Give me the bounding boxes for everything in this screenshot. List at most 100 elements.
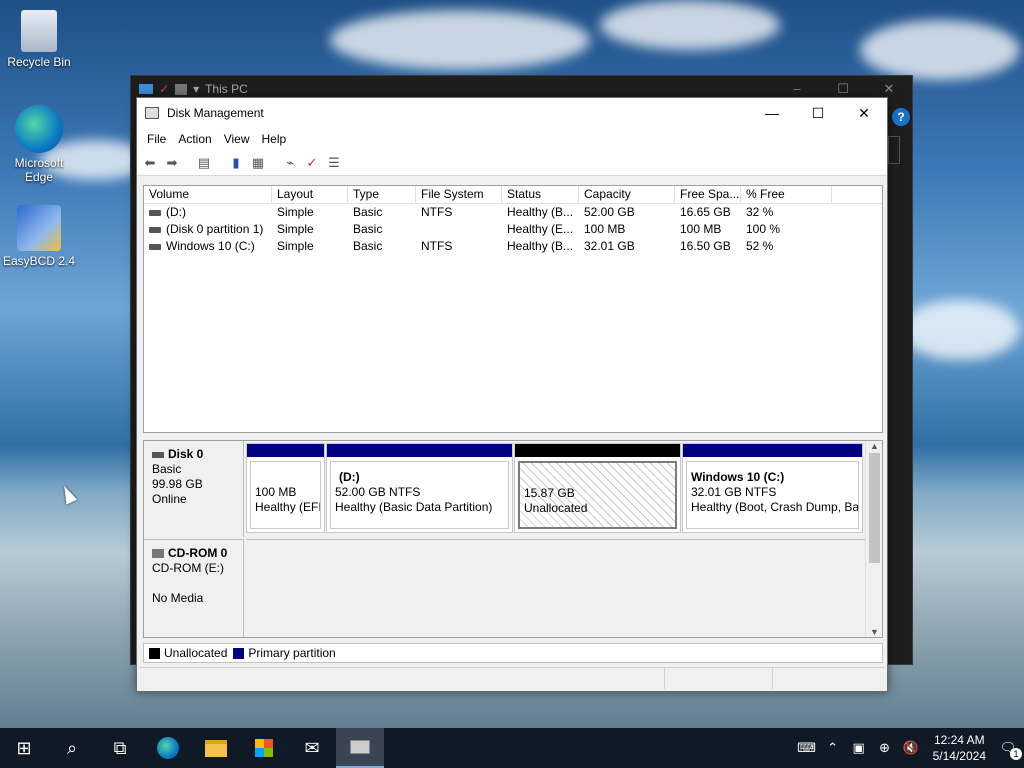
scroll-down-icon[interactable]: ▼ <box>866 627 883 637</box>
start-button[interactable]: ⊞ <box>0 728 48 768</box>
partition-c[interactable]: Windows 10 (C:) 32.01 GB NTFS Healthy (B… <box>682 443 863 533</box>
edge-taskbar-icon[interactable] <box>144 728 192 768</box>
edge-icon <box>15 105 63 153</box>
layout-cell: Simple <box>277 205 314 219</box>
scroll-thumb[interactable] <box>869 453 880 563</box>
minimize-icon[interactable]: – <box>774 81 820 97</box>
maximize-button[interactable]: ☐ <box>795 98 841 128</box>
column-header-capacity[interactable]: Capacity <box>579 186 675 203</box>
toolbar-separator <box>271 155 277 171</box>
volume-icon <box>149 226 161 233</box>
free-space-cell: 100 MB <box>680 222 722 236</box>
pane-splitter[interactable] <box>143 434 883 439</box>
ribbon-expand[interactable] <box>888 136 900 164</box>
menu-file[interactable]: File <box>141 132 172 146</box>
folder-icon <box>175 83 188 95</box>
volume-name: (D:) <box>166 205 186 219</box>
table-row[interactable]: Windows 10 (C:) Simple Basic NTFS Health… <box>144 238 882 255</box>
minimize-button[interactable]: — <box>749 98 795 128</box>
status-cell: Healthy (E... <box>507 222 574 236</box>
column-header-status[interactable]: Status <box>502 186 579 203</box>
store-icon[interactable] <box>240 728 288 768</box>
connect-icon[interactable]: ⌁ <box>281 155 299 171</box>
task-view-icon[interactable]: ⧉ <box>96 728 144 768</box>
disk-0-row: Disk 0 Basic 99.98 GB Online 100 MB Heal… <box>144 441 866 537</box>
partition-unallocated-size: 15.87 GB <box>524 486 575 500</box>
table-row[interactable]: (D:) Simple Basic NTFS Healthy (B... 52.… <box>144 204 882 221</box>
list-view-icon[interactable]: ☰ <box>325 155 343 171</box>
volume-list: Volume Layout Type File System Status Ca… <box>143 185 883 433</box>
checklist-icon[interactable]: ✓ <box>303 155 321 171</box>
percent-free-cell: 32 % <box>746 205 774 219</box>
type-cell: Basic <box>353 205 383 219</box>
scroll-up-icon[interactable]: ▲ <box>866 441 883 451</box>
forward-arrow-icon[interactable]: ➡ <box>163 155 181 171</box>
back-arrow-icon[interactable]: ⬅ <box>141 155 159 171</box>
disk-map-scrollbar[interactable]: ▲ ▼ <box>865 441 882 637</box>
chevron-up-icon[interactable]: ⌃ <box>823 740 843 756</box>
help-book-icon[interactable]: ▮ <box>227 155 245 171</box>
status-bar <box>139 667 885 689</box>
show-hide-tree-icon[interactable]: ▤ <box>195 155 213 171</box>
recycle-bin-icon <box>21 10 57 52</box>
percent-free-cell: 100 % <box>746 222 781 236</box>
column-header-type[interactable]: Type <box>348 186 416 203</box>
column-header-volume[interactable]: Volume <box>144 186 272 203</box>
close-button[interactable]: ✕ <box>841 98 887 128</box>
status-cell: Healthy (B... <box>507 205 574 219</box>
partition-d-status: Healthy (Basic Data Partition) <box>335 500 493 514</box>
menu-view[interactable]: View <box>218 132 256 146</box>
disk-management-window: Disk Management — ☐ ✕ File Action View H… <box>136 97 888 692</box>
partition-d-size: 52.00 GB NTFS <box>335 485 421 499</box>
maximize-icon[interactable]: ☐ <box>820 81 866 97</box>
cdrom-0-label[interactable]: CD-ROM 0 CD-ROM (E:) No Media <box>144 539 244 637</box>
partition-efi-size: 100 MB <box>255 485 297 499</box>
volume-muted-icon[interactable]: 🔇 <box>901 740 921 756</box>
file-explorer-icon[interactable] <box>192 728 240 768</box>
status-cell: Healthy (B... <box>507 239 574 253</box>
help-icon[interactable]: ? <box>892 108 910 126</box>
primary-partition-bar <box>327 444 512 457</box>
device-icon[interactable]: ▣ <box>849 740 869 756</box>
disk-management-taskbar-icon[interactable] <box>336 728 384 768</box>
menu-action[interactable]: Action <box>172 132 217 146</box>
notification-icon[interactable]: 🗨 1 <box>998 740 1022 760</box>
column-header-layout[interactable]: Layout <box>272 186 348 203</box>
menu-help[interactable]: Help <box>256 132 293 146</box>
clock[interactable]: 12:24 AM 5/14/2024 <box>927 732 992 764</box>
partition-efi[interactable]: 100 MB Healthy (EFI <box>246 443 325 533</box>
type-cell: Basic <box>353 222 383 236</box>
volume-cell: (D:) <box>144 204 272 221</box>
partition-unallocated[interactable]: 15.87 GB Unallocated <box>514 443 681 533</box>
keyboard-icon[interactable]: ⌨ <box>797 740 817 756</box>
mail-icon[interactable]: ✉ <box>288 728 336 768</box>
desktop-icon-edge[interactable]: Microsoft Edge <box>1 105 77 184</box>
capacity-cell: 32.01 GB <box>584 239 635 253</box>
mouse-cursor <box>58 483 78 505</box>
column-header-file-system[interactable]: File System <box>416 186 502 203</box>
volume-name: (Disk 0 partition 1) <box>166 222 264 236</box>
table-row[interactable]: (Disk 0 partition 1) Simple Basic Health… <box>144 221 882 238</box>
column-header-free-space[interactable]: Free Spa... <box>675 186 741 203</box>
desktop-icon-label: Recycle Bin <box>7 55 71 69</box>
legend: Unallocated Primary partition <box>143 643 883 663</box>
free-space-cell: 16.50 GB <box>680 239 731 253</box>
volume-list-header: Volume Layout Type File System Status Ca… <box>144 186 882 204</box>
partition-c-name: Windows 10 (C:) <box>691 470 785 484</box>
search-icon[interactable]: ⌕ <box>48 728 96 768</box>
disk-0-label[interactable]: Disk 0 Basic 99.98 GB Online <box>144 441 244 537</box>
close-icon[interactable]: ✕ <box>866 81 912 97</box>
column-header-percent-free[interactable]: % Free <box>741 186 832 203</box>
properties-icon[interactable]: ▦ <box>249 155 267 171</box>
capacity-cell: 52.00 GB <box>584 205 635 219</box>
notification-count: 1 <box>1010 748 1022 760</box>
desktop-icon-easybcd[interactable]: EasyBCD 2.4 <box>1 205 77 268</box>
toolbar: ⬅ ➡ ▤ ▮ ▦ ⌁ ✓ ☰ <box>137 150 887 176</box>
toolbar-separator <box>217 155 223 171</box>
partition-d[interactable]: (D:) 52.00 GB NTFS Healthy (Basic Data P… <box>326 443 513 533</box>
partition-c-size: 32.01 GB NTFS <box>691 485 777 499</box>
cdrom-0-area[interactable] <box>246 539 866 637</box>
titlebar: Disk Management — ☐ ✕ <box>137 98 887 128</box>
desktop-icon-recycle-bin[interactable]: Recycle Bin <box>1 10 77 69</box>
network-icon[interactable]: ⊕ <box>875 740 895 756</box>
